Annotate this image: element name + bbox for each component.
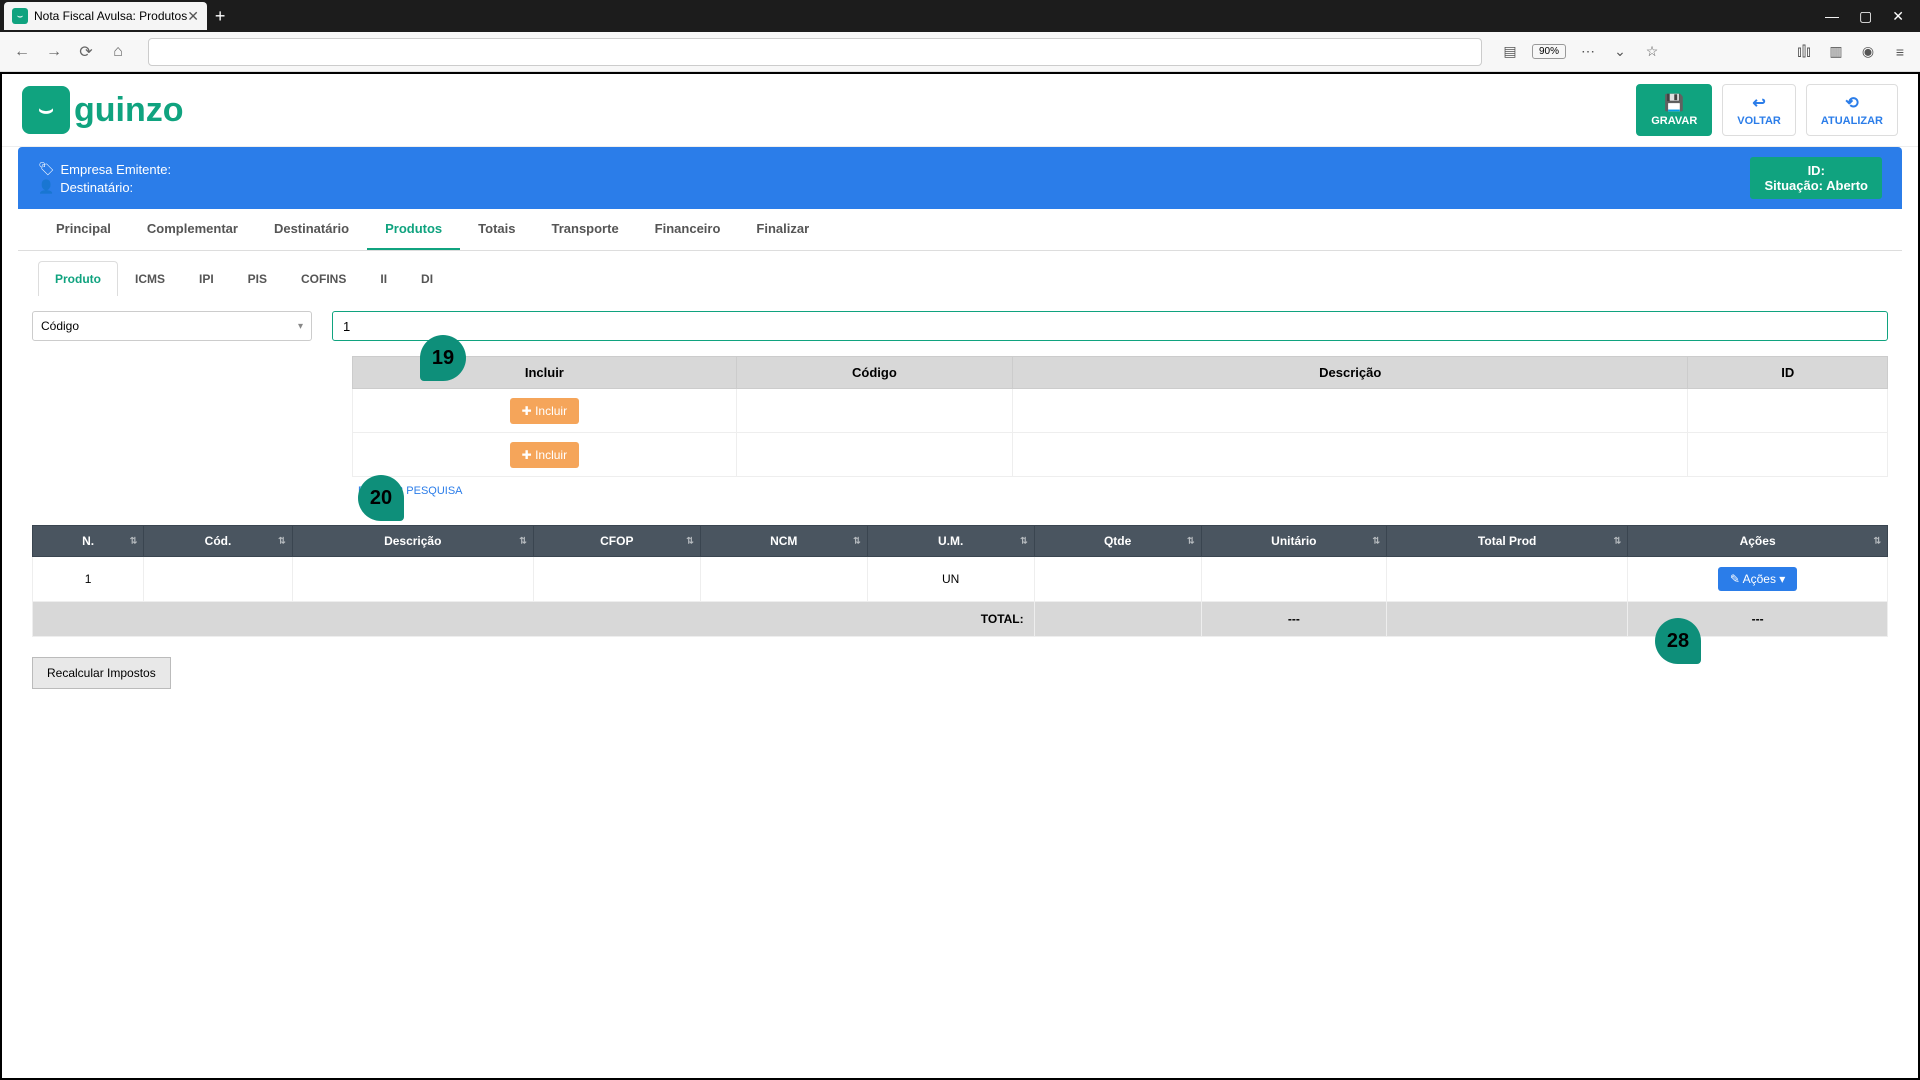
search-row: ✚ Incluir xyxy=(353,433,1888,477)
back-button[interactable]: ↩ VOLTAR xyxy=(1722,84,1796,136)
bookmark-icon[interactable]: ☆ xyxy=(1642,42,1662,62)
tab-finalizar[interactable]: Finalizar xyxy=(738,209,827,250)
zoom-badge[interactable]: 90% xyxy=(1532,44,1566,59)
browser-toolbar: ← → ⟳ ⌂ ▤ 90% ⋯ ⌄ ☆ ⫾⫿⫾ ▥ ◉ ≡ xyxy=(0,32,1920,72)
more-icon[interactable]: ⋯ xyxy=(1578,42,1598,62)
reader-icon[interactable]: ▤ xyxy=(1500,42,1520,62)
column-header[interactable]: Unitário⇅ xyxy=(1201,526,1387,557)
column-header[interactable]: CFOP⇅ xyxy=(533,526,700,557)
total-row: TOTAL:------ xyxy=(33,602,1888,637)
search-type-dropdown[interactable]: Código xyxy=(32,311,312,341)
close-window-icon[interactable]: ✕ xyxy=(1892,8,1904,25)
emitter-label: Empresa Emitente: xyxy=(61,162,172,177)
column-header[interactable]: NCM⇅ xyxy=(700,526,867,557)
actions-button[interactable]: ✎ Ações ▾ xyxy=(1718,567,1797,591)
close-tab-icon[interactable]: ✕ xyxy=(187,8,199,25)
minimize-icon[interactable]: — xyxy=(1825,8,1839,25)
subtab-di[interactable]: DI xyxy=(404,261,450,296)
status-badge: ID: Situação: Aberto xyxy=(1750,157,1882,199)
subtab-produto[interactable]: Produto xyxy=(38,261,118,296)
account-icon[interactable]: ◉ xyxy=(1858,42,1878,62)
back-label: VOLTAR xyxy=(1737,115,1781,127)
sub-tabs: ProdutoICMSIPIPISCOFINSIIDI xyxy=(18,251,1902,296)
logo-icon: ⌣ xyxy=(22,86,70,134)
include-button[interactable]: ✚ Incluir xyxy=(510,398,579,424)
tab-title: Nota Fiscal Avulsa: Produtos xyxy=(34,9,187,23)
column-header[interactable]: Descrição⇅ xyxy=(292,526,533,557)
table-row: 1UN✎ Ações ▾ xyxy=(33,557,1888,602)
subtab-icms[interactable]: ICMS xyxy=(118,261,182,296)
status-label: Situação: Aberto xyxy=(1764,178,1868,193)
tab-destinatário[interactable]: Destinatário xyxy=(256,209,367,250)
search-input[interactable] xyxy=(332,311,1888,341)
close-search-link[interactable]: FECHAR PESQUISA xyxy=(358,477,463,505)
reload-icon[interactable]: ⟳ xyxy=(74,40,98,64)
forward-icon[interactable]: → xyxy=(42,40,66,64)
subtab-ipi[interactable]: IPI xyxy=(182,261,231,296)
search-header: ID xyxy=(1688,357,1888,389)
id-label: ID: xyxy=(1764,163,1868,178)
refresh-button[interactable]: ⟲ ATUALIZAR xyxy=(1806,84,1898,136)
column-header[interactable]: Total Prod⇅ xyxy=(1387,526,1628,557)
maximize-icon[interactable]: ▢ xyxy=(1859,8,1872,25)
save-icon: 💾 xyxy=(1664,93,1684,113)
tag-icon: 🏷 xyxy=(38,161,55,177)
new-tab-button[interactable]: + xyxy=(215,6,226,27)
column-header[interactable]: N.⇅ xyxy=(33,526,144,557)
tab-principal[interactable]: Principal xyxy=(38,209,129,250)
tab-transporte[interactable]: Transporte xyxy=(533,209,636,250)
dropdown-value: Código xyxy=(41,319,79,333)
tab-produtos[interactable]: Produtos xyxy=(367,209,460,250)
back-icon[interactable]: ← xyxy=(10,40,34,64)
products-table: N.⇅Cód.⇅Descrição⇅CFOP⇅NCM⇅U.M.⇅Qtde⇅Uni… xyxy=(32,525,1888,637)
search-header: Incluir xyxy=(353,357,737,389)
browser-tab[interactable]: ⌣ Nota Fiscal Avulsa: Produtos ✕ xyxy=(4,2,207,30)
app-header: ⌣ guinzo 💾 GRAVAR ↩ VOLTAR ⟲ ATUALIZAR xyxy=(2,74,1918,147)
main-tabs: PrincipalComplementarDestinatárioProduto… xyxy=(18,209,1902,251)
user-icon: 👤 xyxy=(38,179,54,195)
save-button[interactable]: 💾 GRAVAR xyxy=(1636,84,1712,136)
subtab-cofins[interactable]: COFINS xyxy=(284,261,363,296)
recalculate-button[interactable]: Recalcular Impostos xyxy=(32,657,171,689)
url-bar[interactable] xyxy=(148,38,1482,66)
search-header: Código xyxy=(736,357,1012,389)
back-arrow-icon: ↩ xyxy=(1752,93,1765,113)
sidebar-icon[interactable]: ▥ xyxy=(1826,42,1846,62)
subtab-ii[interactable]: II xyxy=(363,261,404,296)
tab-complementar[interactable]: Complementar xyxy=(129,209,256,250)
column-header[interactable]: U.M.⇅ xyxy=(867,526,1034,557)
search-header: Descrição xyxy=(1013,357,1688,389)
pocket-icon[interactable]: ⌄ xyxy=(1610,42,1630,62)
subtab-pis[interactable]: PIS xyxy=(231,261,284,296)
favicon-icon: ⌣ xyxy=(12,8,28,24)
search-results-table: IncluirCódigoDescriçãoID ✚ Incluir ✚ Inc… xyxy=(352,356,1888,477)
column-header[interactable]: Ações⇅ xyxy=(1628,526,1888,557)
logo-text: guinzo xyxy=(74,91,184,130)
save-label: GRAVAR xyxy=(1651,115,1697,127)
home-icon[interactable]: ⌂ xyxy=(106,40,130,64)
info-banner: 🏷 Empresa Emitente: 👤 Destinatário: ID: Si… xyxy=(18,147,1902,209)
tab-financeiro[interactable]: Financeiro xyxy=(637,209,739,250)
column-header[interactable]: Cód.⇅ xyxy=(144,526,292,557)
refresh-icon: ⟲ xyxy=(1845,93,1858,113)
tab-bar: ⌣ Nota Fiscal Avulsa: Produtos ✕ + — ▢ ✕ xyxy=(0,0,1920,32)
tab-totais[interactable]: Totais xyxy=(460,209,533,250)
column-header[interactable]: Qtde⇅ xyxy=(1034,526,1201,557)
library-icon[interactable]: ⫾⫿⫾ xyxy=(1794,42,1814,62)
search-row: ✚ Incluir xyxy=(353,389,1888,433)
recipient-label: Destinatário: xyxy=(60,180,133,195)
menu-icon[interactable]: ≡ xyxy=(1890,42,1910,62)
include-button[interactable]: ✚ Incluir xyxy=(510,442,579,468)
refresh-label: ATUALIZAR xyxy=(1821,115,1883,127)
